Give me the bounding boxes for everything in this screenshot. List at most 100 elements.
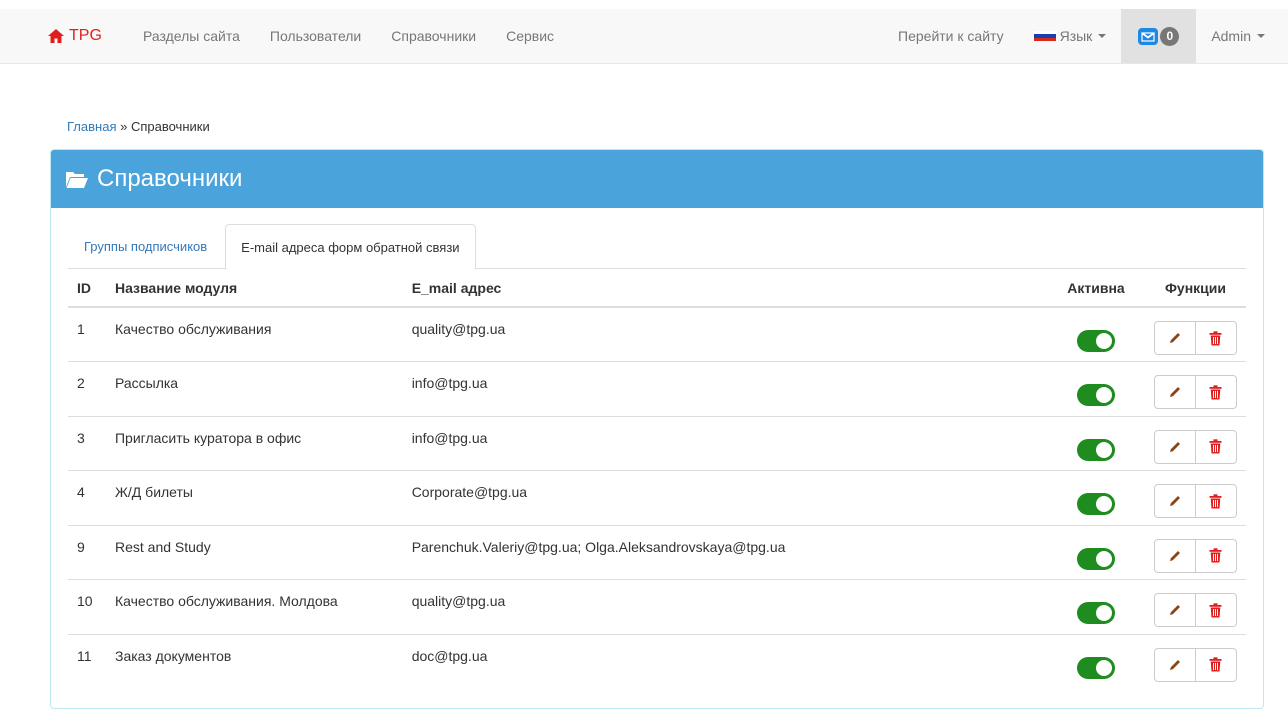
column-header-module: Название модуля xyxy=(105,269,403,308)
user-name: Admin xyxy=(1211,28,1251,44)
breadcrumb-separator: » xyxy=(120,119,128,134)
active-toggle[interactable] xyxy=(1076,656,1115,679)
breadcrumb-home-link[interactable]: Главная xyxy=(67,119,116,134)
column-header-active: Активна xyxy=(1047,269,1145,308)
table-header-row: ID Название модуля E_mail адрес Активна … xyxy=(68,269,1246,308)
cell-email: Corporate@tpg.ua xyxy=(402,470,1048,525)
brand-link[interactable]: TPG xyxy=(48,9,102,63)
row-actions xyxy=(1153,484,1237,518)
pencil-icon xyxy=(1169,659,1180,670)
cell-functions xyxy=(1144,524,1246,580)
cell-functions xyxy=(1144,361,1246,416)
edit-button[interactable] xyxy=(1153,321,1196,355)
language-dropdown[interactable]: Язык xyxy=(1019,9,1122,63)
edit-button[interactable] xyxy=(1153,538,1196,573)
active-toggle[interactable] xyxy=(1076,384,1115,406)
goto-site-link[interactable]: Перейти к сайту xyxy=(883,9,1019,63)
chevron-down-icon xyxy=(1098,34,1107,38)
delete-button[interactable] xyxy=(1194,429,1237,464)
column-header-functions: Функции xyxy=(1144,269,1246,308)
breadcrumb-current: Справочники xyxy=(130,119,210,134)
cell-email: doc@tpg.ua xyxy=(402,633,1048,689)
row-actions xyxy=(1153,647,1237,682)
cell-active xyxy=(1047,361,1145,416)
brand-text: TPG xyxy=(69,27,102,44)
breadcrumb: Главная » Справочники xyxy=(67,119,210,134)
active-toggle[interactable] xyxy=(1076,438,1115,461)
trash-icon xyxy=(1209,384,1222,399)
cell-module: Качество обслуживания xyxy=(105,306,403,362)
cell-functions xyxy=(1144,470,1246,525)
cell-id: 11 xyxy=(68,633,106,689)
edit-button[interactable] xyxy=(1153,484,1196,518)
edit-button[interactable] xyxy=(1153,429,1196,464)
delete-button[interactable] xyxy=(1194,593,1237,627)
nav-item-directories[interactable]: Справочники xyxy=(376,9,491,63)
pencil-icon xyxy=(1169,605,1180,615)
column-header-email: E_mail адрес xyxy=(402,269,1048,308)
delete-button[interactable] xyxy=(1194,647,1237,682)
cell-active xyxy=(1047,579,1145,634)
edit-button[interactable] xyxy=(1153,375,1196,409)
nav-item-service[interactable]: Сервис xyxy=(491,9,569,63)
toggle-knob xyxy=(1095,496,1112,512)
cell-active xyxy=(1047,524,1145,580)
trash-icon xyxy=(1209,439,1222,454)
row-actions xyxy=(1153,593,1237,627)
cell-email: quality@tpg.ua xyxy=(402,306,1048,362)
tab-feedback-emails[interactable]: E-mail адреса форм обратной связи xyxy=(225,224,476,270)
cell-email: Parenchuk.Valeriy@tpg.ua; Olga.Aleksandr… xyxy=(402,524,1048,580)
table-row: 4 Ж/Д билеты Corporate@tpg.ua xyxy=(68,470,1246,525)
nav-item-sections[interactable]: Разделы сайта xyxy=(128,9,255,63)
nav-item-users[interactable]: Пользователи xyxy=(255,9,376,63)
toggle-knob xyxy=(1095,441,1112,458)
active-toggle[interactable] xyxy=(1076,493,1115,515)
active-toggle[interactable] xyxy=(1076,330,1115,352)
cell-id: 4 xyxy=(68,470,106,525)
delete-button[interactable] xyxy=(1194,538,1237,573)
cell-functions xyxy=(1144,633,1246,689)
cell-module: Заказ документов xyxy=(105,633,403,689)
tab-subscriber-groups[interactable]: Группы подписчиков xyxy=(68,224,223,269)
cell-email: info@tpg.ua xyxy=(402,361,1048,416)
table-row: 10 Качество обслуживания. Молдова qualit… xyxy=(68,579,1246,634)
cell-functions xyxy=(1144,415,1246,471)
language-label: Язык xyxy=(1059,28,1093,44)
cell-id: 2 xyxy=(68,361,106,416)
delete-button[interactable] xyxy=(1194,484,1237,518)
home-icon xyxy=(48,29,64,43)
toggle-knob xyxy=(1095,387,1112,403)
messages-count-badge: 0 xyxy=(1160,26,1180,46)
toggle-knob xyxy=(1095,333,1112,349)
cell-id: 10 xyxy=(68,579,106,634)
cell-email: info@tpg.ua xyxy=(402,415,1048,471)
table-row: 11 Заказ документов doc@tpg.ua xyxy=(68,633,1246,689)
toggle-knob xyxy=(1095,605,1112,621)
top-navbar: TPG Разделы сайта Пользователи Справочни… xyxy=(0,0,1288,64)
cell-id: 9 xyxy=(68,524,106,580)
row-actions xyxy=(1153,321,1237,355)
table-row: 1 Качество обслуживания quality@tpg.ua xyxy=(68,306,1246,362)
messages-button[interactable]: 0 xyxy=(1121,9,1197,63)
active-toggle[interactable] xyxy=(1076,602,1115,624)
trash-icon xyxy=(1209,330,1222,345)
pencil-icon xyxy=(1169,333,1180,343)
active-toggle[interactable] xyxy=(1076,547,1115,570)
trash-icon xyxy=(1209,548,1222,563)
cell-active xyxy=(1047,306,1145,362)
delete-button[interactable] xyxy=(1194,375,1237,409)
envelope-icon xyxy=(1138,27,1159,45)
delete-button[interactable] xyxy=(1194,321,1237,355)
pencil-icon xyxy=(1169,441,1180,452)
edit-button[interactable] xyxy=(1153,593,1196,627)
tabs: Группы подписчиков E-mail адреса форм об… xyxy=(68,224,1246,270)
cell-module: Rest and Study xyxy=(105,524,403,580)
chevron-down-icon xyxy=(1257,34,1265,38)
cell-functions xyxy=(1144,306,1246,362)
user-menu[interactable]: Admin xyxy=(1196,9,1280,63)
edit-button[interactable] xyxy=(1153,647,1196,682)
cell-active xyxy=(1047,470,1145,525)
pencil-icon xyxy=(1169,550,1180,561)
cell-id: 1 xyxy=(68,306,106,362)
cell-active xyxy=(1047,415,1145,471)
